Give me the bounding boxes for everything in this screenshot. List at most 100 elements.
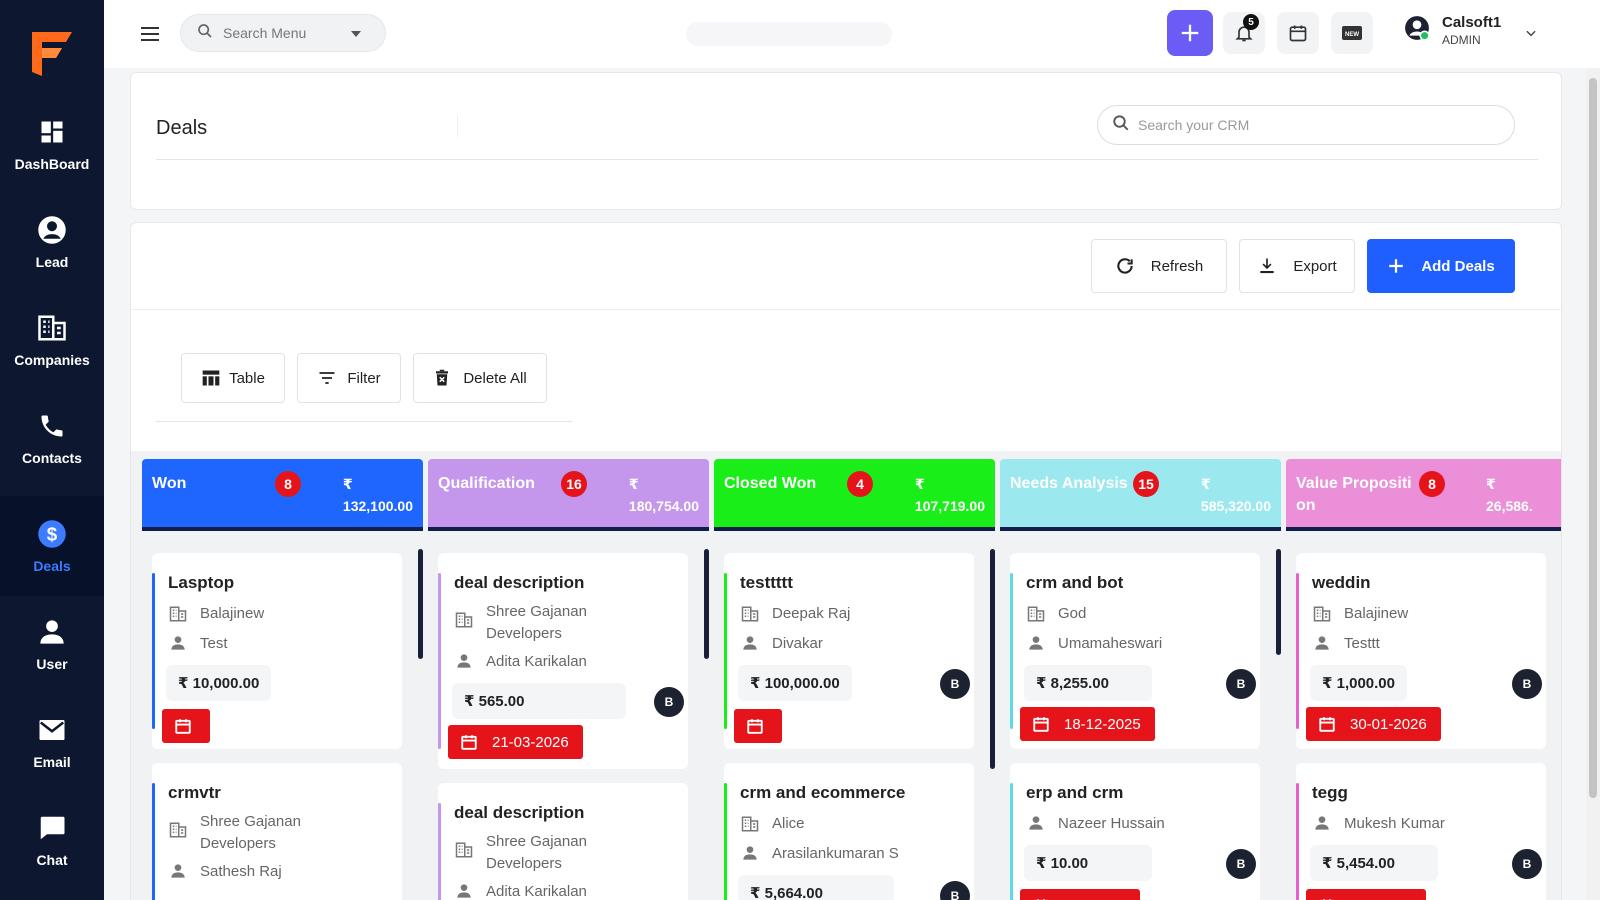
page-scrollbar[interactable]: [1586, 68, 1600, 900]
sidebar-item-email[interactable]: Email: [0, 692, 104, 792]
deal-card[interactable]: weddin Balajinew Testtt ₹ 1,000.00 B 30-…: [1296, 553, 1546, 749]
column-scrollbar[interactable]: [1276, 549, 1281, 655]
deal-card[interactable]: erp and crm Nazeer Hussain ₹ 10.00 B: [1010, 763, 1260, 900]
quick-add-button[interactable]: [1167, 10, 1213, 56]
person-icon: [1312, 633, 1332, 651]
deal-company-name: Balajinew: [1344, 605, 1409, 622]
deal-company: Alice: [740, 813, 932, 835]
owner-avatar[interactable]: B: [654, 687, 684, 717]
table-view-button[interactable]: Table: [181, 353, 285, 403]
deal-date-tag[interactable]: [162, 709, 210, 743]
deal-date-tag[interactable]: [1020, 889, 1140, 900]
deal-date-tag[interactable]: 30-01-2026: [1306, 707, 1441, 741]
hamburger-icon[interactable]: [138, 22, 162, 46]
deal-card[interactable]: deal description Shree Gajanan Developer…: [438, 783, 688, 900]
owner-avatar[interactable]: B: [940, 881, 970, 900]
column-header[interactable]: Qualification 16 ₹180,754.00: [428, 459, 709, 531]
chevron-down-icon[interactable]: [351, 24, 361, 42]
sidebar-item-deals[interactable]: $ Deals: [0, 496, 104, 596]
add-deals-label: Add Deals: [1421, 257, 1495, 275]
column-scrollbar[interactable]: [418, 549, 423, 659]
deal-amount: ₹ 565.00: [452, 683, 626, 719]
notifications-button[interactable]: 5: [1223, 12, 1265, 54]
crm-search-input[interactable]: [1138, 117, 1498, 133]
deal-date-tag[interactable]: 21-03-2026: [448, 725, 583, 759]
column-header[interactable]: Won 8 ₹132,100.00: [142, 459, 423, 531]
owner-avatar[interactable]: B: [940, 669, 970, 699]
person-icon: [168, 861, 188, 879]
deal-card[interactable]: Lasptop Balajinew Test ₹ 10,000.00: [152, 553, 402, 749]
deal-card[interactable]: deal description Shree Gajanan Developer…: [438, 553, 688, 769]
chevron-down-icon[interactable]: [1524, 26, 1538, 45]
scrollbar-thumb[interactable]: [1589, 78, 1597, 798]
building-icon: [1026, 603, 1046, 623]
refresh-label: Refresh: [1150, 257, 1204, 275]
deal-card[interactable]: testtttt Deepak Raj Divakar ₹ 100,000.00…: [724, 553, 974, 749]
column-scrollbar[interactable]: [704, 549, 709, 659]
sidebar-item-label: User: [36, 656, 68, 672]
crm-search[interactable]: [1097, 105, 1515, 145]
owner-avatar[interactable]: B: [1226, 849, 1256, 879]
refresh-button[interactable]: Refresh: [1091, 239, 1227, 293]
column-header[interactable]: Value Proposition 8 ₹26,586.: [1286, 459, 1561, 531]
sidebar-item-companies[interactable]: Companies: [0, 290, 104, 390]
deal-contact-name: Mukesh Kumar: [1344, 815, 1445, 832]
delete-all-button[interactable]: Delete All: [413, 353, 547, 403]
table-icon: [201, 368, 221, 388]
deal-date-tag[interactable]: [1306, 889, 1426, 900]
building-icon: [740, 813, 760, 833]
deal-card-accent: [724, 783, 727, 900]
column-header[interactable]: Needs Analysis 15 ₹585,320.00: [1000, 459, 1281, 531]
sidebar-item-contacts[interactable]: Contacts: [0, 388, 104, 488]
dashboard-icon: [36, 116, 68, 148]
deal-card[interactable]: crm and bot God Umamaheswari ₹ 8,255.00 …: [1010, 553, 1260, 749]
sidebar-item-label: Companies: [14, 352, 90, 368]
filter-label: Filter: [347, 369, 381, 387]
deal-card[interactable]: crm and ecommerce Alice Arasilankumaran …: [724, 763, 974, 900]
person-icon: [454, 651, 474, 669]
user-menu[interactable]: Calsoft1 ADMIN: [1404, 14, 1501, 47]
deal-date-tag[interactable]: 18-12-2025: [1020, 707, 1155, 741]
deal-contact: Sathesh Raj: [168, 861, 360, 883]
column-total: ₹26,586.: [1486, 473, 1533, 517]
person-icon: [1026, 633, 1046, 651]
owner-avatar[interactable]: B: [1512, 849, 1542, 879]
menu-search-placeholder: Search Menu: [223, 25, 307, 41]
sidebar-item-lead[interactable]: Lead: [0, 192, 104, 292]
app-logo[interactable]: [28, 26, 76, 78]
sidebar-item-dashboard[interactable]: DashBoard: [0, 94, 104, 194]
deal-company: Shree Gajanan Developers: [454, 831, 646, 875]
owner-avatar[interactable]: B: [1226, 669, 1256, 699]
deal-date-tag[interactable]: [734, 709, 782, 743]
building-icon: [168, 811, 188, 839]
plus-icon: [1181, 24, 1199, 42]
deal-card[interactable]: crmvtr Shree Gajanan Developers Sathesh …: [152, 763, 402, 900]
deal-contact-name: Sathesh Raj: [200, 863, 282, 880]
column-total: ₹180,754.00: [629, 473, 699, 517]
deal-card[interactable]: tegg Mukesh Kumar ₹ 5,454.00 B: [1296, 763, 1546, 900]
deal-company-name: Deepak Raj: [772, 605, 851, 622]
column-scrollbar[interactable]: [990, 549, 995, 769]
deal-contact: Adita Karikalan: [454, 651, 646, 673]
sidebar-item-chat[interactable]: Chat: [0, 790, 104, 890]
menu-search[interactable]: Search Menu: [180, 14, 386, 52]
sidebar-item-user[interactable]: User: [0, 594, 104, 694]
search-icon: [197, 23, 213, 44]
user-circle-icon: [36, 214, 68, 246]
owner-avatar[interactable]: B: [1512, 669, 1542, 699]
add-deals-button[interactable]: Add Deals: [1367, 239, 1515, 293]
filter-button[interactable]: Filter: [297, 353, 401, 403]
currency-symbol: ₹: [342, 476, 353, 492]
notification-badge: 5: [1243, 14, 1259, 30]
whats-new-button[interactable]: NEW: [1331, 12, 1373, 54]
export-button[interactable]: Export: [1239, 239, 1355, 293]
export-label: Export: [1293, 257, 1337, 275]
calendar-button[interactable]: [1277, 12, 1319, 54]
plus-icon: [1387, 257, 1405, 275]
deal-company-name: Alice: [772, 815, 805, 832]
column-header[interactable]: Closed Won 4 ₹107,719.00: [714, 459, 995, 531]
deal-company-name: Shree Gajanan Developers: [486, 833, 587, 872]
deal-title: deal description: [454, 573, 585, 592]
column-title: Value Proposition: [1296, 475, 1412, 514]
deal-contact: Umamaheswari: [1026, 633, 1218, 655]
